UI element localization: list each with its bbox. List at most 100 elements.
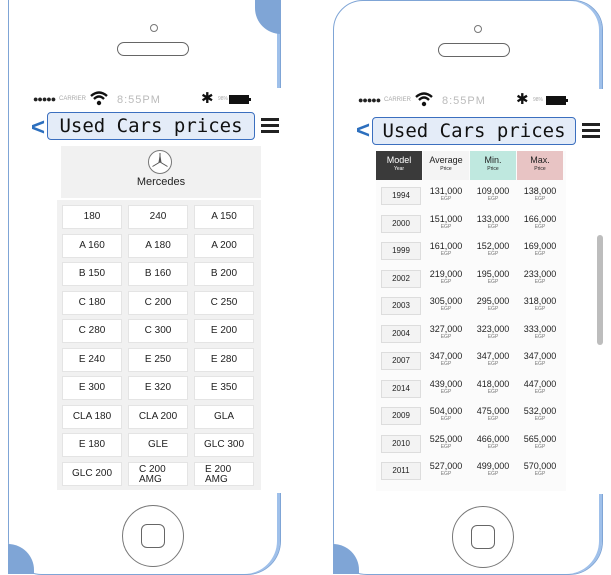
model-button[interactable]: E 240 (62, 347, 122, 372)
year-cell[interactable]: 2014 (381, 379, 421, 398)
min-price-cell: 418,000 EGP (470, 379, 516, 395)
year-cell[interactable]: 2003 (381, 297, 421, 315)
year-cell[interactable]: 2000 (381, 214, 421, 233)
min-price-cell: 133,000 EGP (470, 214, 516, 230)
min-price-cell: 323,000 EGP (470, 324, 516, 340)
price-value: 233,000 (523, 268, 557, 279)
camera-icon (150, 24, 158, 32)
column-header: Max. Price (517, 151, 563, 180)
price-value: 109,000 (476, 186, 510, 196)
avg-price-cell: 151,000 EGP (423, 214, 469, 230)
model-button[interactable]: GLC 300 (194, 433, 254, 457)
year-cell[interactable]: 2002 (381, 269, 421, 288)
menu-icon[interactable] (582, 123, 600, 141)
status-time: 8:55PM (117, 94, 161, 106)
model-button[interactable]: 240 (128, 205, 188, 229)
model-button[interactable]: B 200 (194, 262, 254, 286)
model-button[interactable]: CLA 180 (62, 404, 122, 429)
model-button[interactable]: E 200 (194, 319, 254, 343)
model-button[interactable]: E 250 (128, 347, 188, 372)
model-button[interactable]: E 350 (194, 376, 254, 400)
max-price-cell: 138,000 EGP (517, 186, 563, 202)
year-cell[interactable]: 1994 (381, 187, 421, 205)
model-button[interactable]: B 160 (128, 262, 188, 286)
year-cell[interactable]: 2007 (381, 352, 421, 370)
model-button[interactable]: A 180 (128, 233, 188, 258)
model-button[interactable]: 180 (62, 205, 122, 229)
table-row: 2010 525,000 EGP 466,000 EGP 565,000 EGP (376, 431, 566, 457)
home-button[interactable] (452, 506, 514, 568)
camera-icon (474, 25, 482, 33)
avg-price-cell: 347,000 EGP (423, 351, 469, 367)
model-button[interactable]: GLE (128, 433, 188, 457)
phone-frame-left: ●●●●● CARRIER 8:55PM ✱ 98% < Used Cars p… (8, 0, 283, 575)
currency-unit: EGP (487, 416, 499, 422)
price-value: 418,000 (476, 378, 510, 389)
price-value: 295,000 (476, 296, 510, 306)
model-button[interactable]: A 150 (194, 205, 254, 229)
table-row: 2000 151,000 EGP 133,000 EGP 166,000 EGP (376, 211, 566, 237)
year-cell[interactable]: 2004 (381, 324, 421, 343)
menu-icon[interactable] (261, 118, 279, 136)
model-button[interactable]: E 320 (128, 376, 188, 400)
model-button[interactable]: B 150 (62, 262, 122, 286)
currency-unit: EGP (440, 471, 452, 477)
currency-unit: EGP (487, 333, 499, 340)
price-table: Model Year Average Price Min. Price Max. Price 1… (376, 151, 566, 491)
currency-unit: EGP (487, 223, 499, 230)
bluetooth-icon: ✱ (201, 90, 214, 107)
currency-unit: EGP (440, 361, 452, 367)
table-row: 2014 439,000 EGP 418,000 EGP 447,000 EGP (376, 376, 566, 402)
currency-unit: EGP (487, 196, 499, 202)
max-price-cell: 166,000 EGP (517, 214, 563, 230)
back-button[interactable]: < (356, 117, 370, 145)
model-button[interactable]: C 180 (62, 290, 122, 315)
model-button[interactable]: C 200 (128, 290, 188, 315)
wifi-icon (89, 90, 109, 108)
price-value: 504,000 (429, 406, 463, 416)
model-button[interactable]: C 200 AMG (128, 461, 188, 486)
model-button[interactable]: C 280 (62, 319, 122, 343)
avg-price-cell: 305,000 EGP (423, 296, 469, 312)
year-cell[interactable]: 1999 (381, 242, 421, 260)
status-bar: ●●●●● CARRIER 8:55PM ✱ 98% (31, 88, 283, 110)
model-button[interactable]: C 250 (194, 290, 254, 315)
year-cell[interactable]: 2011 (381, 462, 421, 480)
price-value: 499,000 (476, 461, 510, 471)
min-price-cell: 347,000 EGP (470, 351, 516, 367)
model-button[interactable]: CLA 200 (128, 404, 188, 429)
model-button[interactable]: A 160 (62, 233, 122, 258)
avg-price-cell: 504,000 EGP (423, 406, 469, 422)
back-button[interactable]: < (31, 114, 45, 142)
price-value: 161,000 (429, 241, 463, 251)
model-button[interactable]: A 200 (194, 233, 254, 258)
model-button[interactable]: E 200 AMG (194, 461, 254, 486)
brand-header: Mercedes (61, 146, 261, 198)
price-value: 195,000 (476, 268, 510, 279)
model-button[interactable]: C 300 (128, 319, 188, 343)
model-button[interactable]: E 180 (62, 433, 122, 457)
model-grid: 180 240 A 150 A 160 A 180 A 200 B 150 B 160 B 20… (57, 200, 261, 490)
table-row: 2003 305,000 EGP 295,000 EGP 318,000 EGP (376, 293, 566, 319)
currency-unit: EGP (534, 471, 546, 477)
model-button[interactable]: E 280 (194, 347, 254, 372)
column-header-label: Average (429, 155, 463, 165)
scrollbar[interactable] (597, 235, 603, 345)
min-price-cell: 109,000 EGP (470, 186, 516, 202)
home-button[interactable] (122, 505, 184, 567)
column-header: Model Year (376, 151, 422, 180)
model-button[interactable]: E 300 (62, 376, 122, 400)
price-value: 347,000 (476, 351, 510, 361)
min-price-cell: 499,000 EGP (470, 461, 516, 477)
price-value: 447,000 (523, 378, 557, 389)
currency-unit: EGP (534, 278, 546, 285)
price-value: 133,000 (476, 213, 510, 224)
year-cell[interactable]: 2010 (381, 434, 421, 453)
min-price-cell: 295,000 EGP (470, 296, 516, 312)
model-button[interactable]: GLC 200 (62, 461, 122, 486)
currency-unit: EGP (534, 443, 546, 450)
model-button[interactable]: GLA (194, 404, 254, 429)
battery-icon (546, 96, 568, 105)
carrier-label: CARRIER (59, 96, 87, 102)
year-cell[interactable]: 2009 (381, 407, 421, 425)
